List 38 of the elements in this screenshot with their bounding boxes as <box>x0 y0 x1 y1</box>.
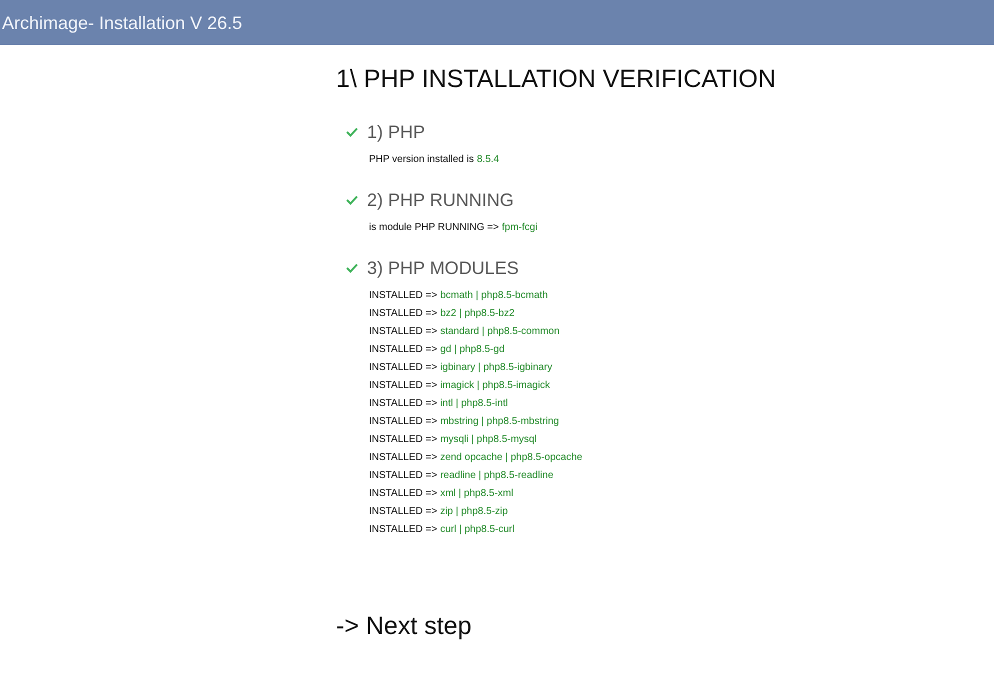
status-value: gd | php8.5-gd <box>440 342 505 356</box>
status-label: INSTALLED => <box>369 324 438 338</box>
status-label: INSTALLED => <box>369 378 438 392</box>
status-value: 8.5.4 <box>476 152 500 166</box>
status-label: INSTALLED => <box>369 504 438 518</box>
status-value: igbinary | php8.5-igbinary <box>440 360 552 374</box>
status-value: readline | php8.5-readline <box>440 468 554 482</box>
status-value: xml | php8.5-xml <box>440 486 514 500</box>
status-label: INSTALLED => <box>369 522 438 536</box>
status-label: INSTALLED => <box>369 414 438 428</box>
status-value: zip | php8.5-zip <box>440 504 508 518</box>
section-title: 3) PHP MODULES <box>367 257 519 280</box>
section-title: 1) PHP <box>367 121 426 144</box>
status-value: zend opcache | php8.5-opcache <box>440 450 582 464</box>
section-title: 2) PHP RUNNING <box>367 189 514 212</box>
status-value: curl | php8.5-curl <box>440 522 514 536</box>
status-value: bz2 | php8.5-bz2 <box>440 306 515 320</box>
status-label: is module PHP RUNNING => <box>369 220 499 234</box>
status-value: intl | php8.5-intl <box>440 396 508 410</box>
status-label: INSTALLED => <box>369 450 438 464</box>
status-label: INSTALLED => <box>369 288 438 302</box>
status-value: imagick | php8.5-imagick <box>440 378 550 392</box>
status-label: INSTALLED => <box>369 360 438 374</box>
page-heading: 1\ PHP INSTALLATION VERIFICATION <box>336 64 776 95</box>
status-label: INSTALLED => <box>369 396 438 410</box>
status-value: mysqli | php8.5-mysql <box>440 432 537 446</box>
status-value: mbstring | php8.5-mbstring <box>440 414 559 428</box>
status-label: INSTALLED => <box>369 432 438 446</box>
status-value: fpm-fcgi <box>502 220 538 234</box>
status-label: INSTALLED => <box>369 342 438 356</box>
status-value: standard | php8.5-common <box>440 324 560 338</box>
status-label: INSTALLED => <box>369 468 438 482</box>
next-step-link[interactable]: -> Next step <box>336 612 472 640</box>
status-label: PHP version installed is <box>369 152 474 166</box>
status-label: INSTALLED => <box>369 306 438 320</box>
window-title: Archimage- Installation V 26.5 <box>2 12 242 34</box>
status-label: INSTALLED => <box>369 486 438 500</box>
status-value: bcmath | php8.5-bcmath <box>440 288 548 302</box>
